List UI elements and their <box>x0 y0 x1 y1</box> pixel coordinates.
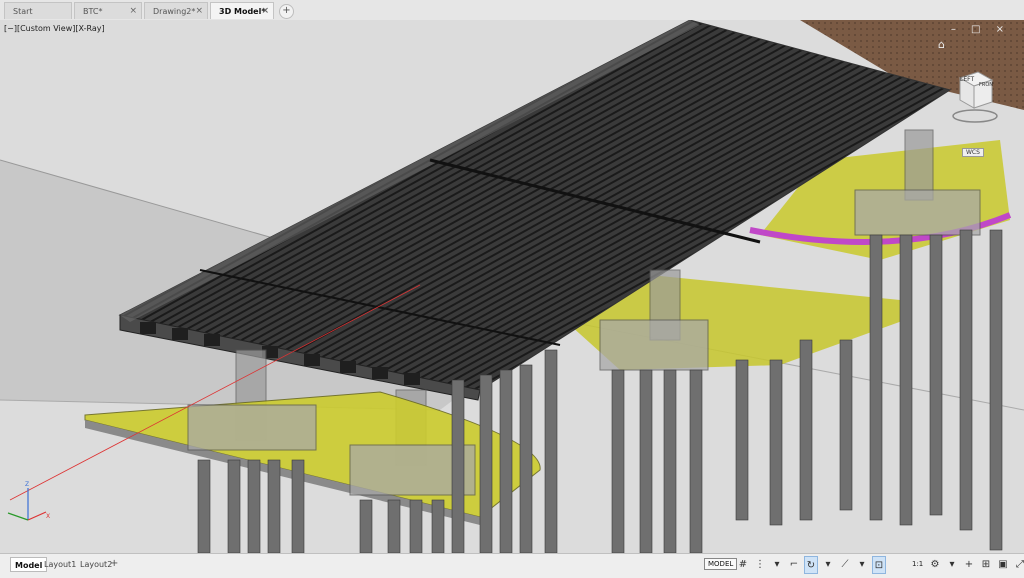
home-icon[interactable]: ⌂ <box>938 38 945 51</box>
tab-start[interactable]: Start <box>4 2 72 19</box>
viewcube-left-label[interactable]: LEFT <box>960 76 974 83</box>
tab-label: Drawing2* <box>153 7 196 16</box>
document-tab-bar: Start BTC* × Drawing2* × 3D Model* × + <box>0 0 1024 21</box>
annotation-scale[interactable]: 1:1 <box>912 560 923 568</box>
dropdown-icon[interactable]: ▾ <box>821 556 835 574</box>
viewcube-front-label[interactable]: FRON <box>979 82 993 88</box>
tab-btc[interactable]: BTC* × <box>74 2 142 19</box>
status-bar: Model Layout1 Layout2 + MODEL # ⋮ ▾ ⌐ ↻ ▾ ⟋ ▾ ⊡ … <box>0 553 1024 578</box>
status-right-icons: ⚙▾+⊞▣⤢☰ <box>928 556 1024 574</box>
isodraft-icon[interactable]: ⟋ <box>838 556 852 574</box>
viewport-controls-label[interactable]: [−][Custom View][X-Ray] <box>4 24 105 33</box>
model-viewport[interactable]: [−][Custom View][X-Ray] – □ × Z X LEFT F… <box>0 20 1024 553</box>
3d-bridge-model[interactable]: Z X <box>0 20 1024 553</box>
close-icon[interactable]: × <box>261 3 269 20</box>
object-snap-icon[interactable]: ⊡ <box>872 556 886 574</box>
tab-3d-model[interactable]: 3D Model* × <box>210 2 274 19</box>
status-toggles: # ⋮ ▾ ⌐ ↻ ▾ ⟋ ▾ ⊡ <box>736 556 889 576</box>
dropdown-icon[interactable]: ▾ <box>945 556 959 574</box>
tab-layout1[interactable]: Layout1 <box>40 557 80 572</box>
ortho-icon[interactable]: ⌐ <box>787 556 801 574</box>
close-icon[interactable]: × <box>129 3 137 20</box>
polar-icon[interactable]: ↻ <box>804 556 818 574</box>
snap-icon[interactable]: ⋮ <box>753 556 767 574</box>
units-icon[interactable]: ⊞ <box>979 556 993 574</box>
viewport-window-controls[interactable]: – □ × <box>951 24 1010 35</box>
svg-text:X: X <box>46 513 50 520</box>
model-space-button[interactable]: MODEL <box>704 558 738 570</box>
dropdown-icon[interactable]: ▾ <box>770 556 784 574</box>
tab-label: 3D Model* <box>219 7 266 16</box>
workspace-gear-icon[interactable]: ⚙ <box>928 556 942 574</box>
close-icon[interactable]: × <box>195 3 203 20</box>
dropdown-icon[interactable]: ▾ <box>855 556 869 574</box>
fullscreen-icon[interactable]: ⤢ <box>1013 556 1024 574</box>
wcs-menu[interactable]: WCS <box>962 148 984 157</box>
new-tab-button[interactable]: + <box>279 4 294 19</box>
tab-label: BTC* <box>83 7 103 16</box>
tab-drawing2[interactable]: Drawing2* × <box>144 2 208 19</box>
new-layout-button[interactable]: + <box>110 558 118 569</box>
tab-label: Start <box>13 7 33 16</box>
grid-icon[interactable]: # <box>736 556 750 574</box>
quick-properties-icon[interactable]: ▣ <box>996 556 1010 574</box>
annotation-monitor-icon[interactable]: + <box>962 556 976 574</box>
viewcube[interactable]: LEFT FRON <box>948 68 998 138</box>
svg-text:Z: Z <box>25 481 29 488</box>
